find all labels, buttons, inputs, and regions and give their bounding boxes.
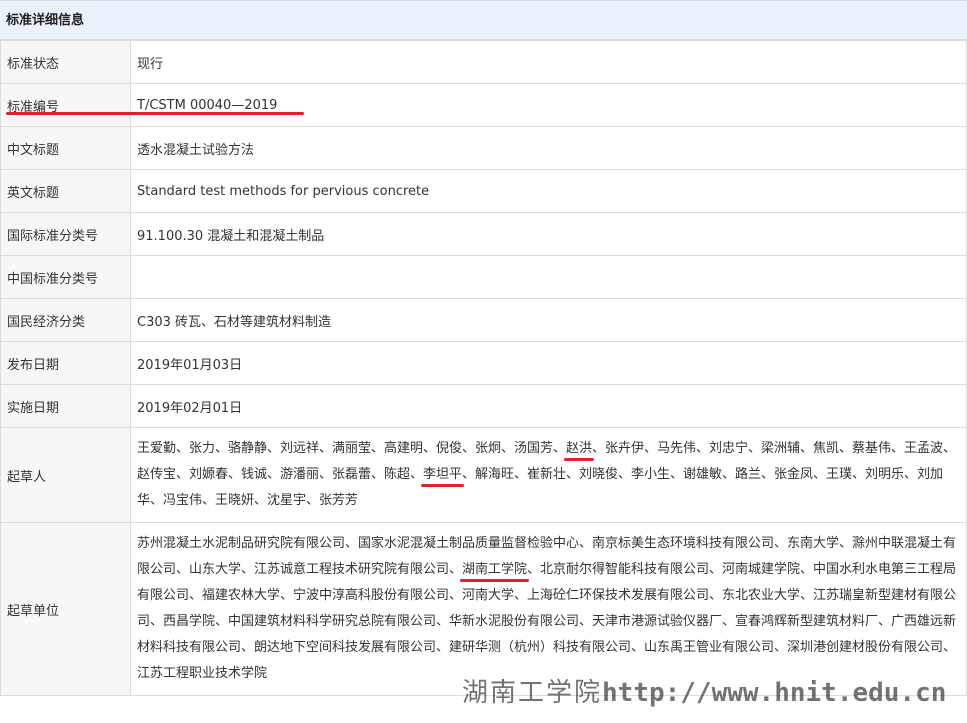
row-label: 中国标准分类号 (0, 255, 131, 299)
row-label: 国际标准分类号 (0, 212, 131, 256)
row-value: 透水混凝土试验方法 (130, 126, 967, 170)
table-row: 起草单位 苏州混凝土水泥制品研究院有限公司、国家水泥混凝土制品质量监督检验中心、… (0, 522, 967, 696)
table-row: 国际标准分类号 91.100.30 混凝土和混凝土制品 (0, 212, 967, 256)
drafters-text: 王爱勤、张力、骆静静、刘远祥、满丽莹、高建明、倪俊、张炯、汤国芳、 (137, 441, 567, 456)
table-row: 实施日期 2019年02月01日 (0, 384, 967, 428)
row-value: 91.100.30 混凝土和混凝土制品 (130, 212, 967, 256)
highlighted-drafter: 李坦平 (423, 467, 463, 482)
standard-number-underline (6, 112, 304, 115)
row-label: 起草单位 (0, 522, 131, 696)
table-row: 起草人 王爱勤、张力、骆静静、刘远祥、满丽莹、高建明、倪俊、张炯、汤国芳、赵洪、… (0, 427, 967, 523)
row-label: 中文标题 (0, 126, 131, 170)
table-row: 国民经济分类 C303 砖瓦、石材等建筑材料制造 (0, 298, 967, 342)
row-label: 实施日期 (0, 384, 131, 428)
panel-header: 标准详细信息 (0, 0, 967, 40)
watermark-cn: 湖南工学院 (462, 678, 603, 708)
row-value: 现行 (130, 40, 967, 84)
table-row: 英文标题 Standard test methods for pervious … (0, 169, 967, 213)
table-row: 标准状态 现行 (0, 40, 967, 84)
site-watermark: 湖南工学院http://www.hnit.edu.cn (462, 672, 946, 709)
row-value: C303 砖瓦、石材等建筑材料制造 (130, 298, 967, 342)
row-value (130, 255, 967, 299)
detail-table: 标准状态 现行 标准编号 T/CSTM 00040—2019 中文标题 透水混凝… (0, 40, 967, 696)
highlighted-drafter: 赵洪 (566, 441, 593, 456)
table-row: 中国标准分类号 (0, 255, 967, 299)
row-label: 英文标题 (0, 169, 131, 213)
row-label: 起草人 (0, 427, 131, 523)
standard-detail-panel: 标准详细信息 标准状态 现行 标准编号 T/CSTM 00040—2019 中文… (0, 0, 967, 696)
row-label: 标准状态 (0, 40, 131, 84)
row-value: Standard test methods for pervious concr… (130, 169, 967, 213)
highlighted-unit: 湖南工学院 (462, 562, 528, 577)
table-row: 标准编号 T/CSTM 00040—2019 (0, 83, 967, 127)
watermark-url: http://www.hnit.edu.cn (602, 678, 947, 708)
row-label: 发布日期 (0, 341, 131, 385)
row-label: 标准编号 (0, 83, 131, 127)
units-text: 、北京耐尔得智能科技有限公司、河南城建学院、中国水利水电第三工程局有限公司、福建… (137, 562, 957, 681)
row-value: 2019年01月03日 (130, 341, 967, 385)
table-row: 发布日期 2019年01月03日 (0, 341, 967, 385)
drafters-value: 王爱勤、张力、骆静静、刘远祥、满丽莹、高建明、倪俊、张炯、汤国芳、赵洪、张卉伊、… (130, 427, 967, 523)
units-value: 苏州混凝土水泥制品研究院有限公司、国家水泥混凝土制品质量监督检验中心、南京标美生… (130, 522, 967, 696)
standard-number-value: T/CSTM 00040—2019 (130, 83, 967, 127)
table-row: 中文标题 透水混凝土试验方法 (0, 126, 967, 170)
row-value: 2019年02月01日 (130, 384, 967, 428)
row-label: 国民经济分类 (0, 298, 131, 342)
